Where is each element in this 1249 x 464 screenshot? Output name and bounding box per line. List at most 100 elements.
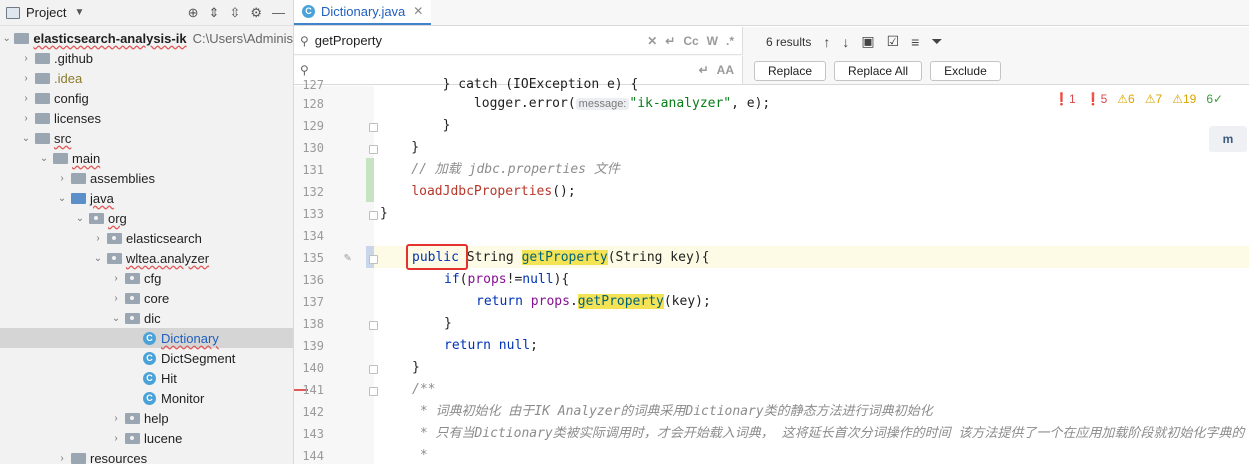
fold-icon[interactable] [369, 255, 378, 264]
package-icon [125, 432, 140, 444]
fold-icon[interactable] [369, 145, 378, 154]
regex-toggle[interactable]: .* [726, 34, 734, 48]
tree-item-label: resources [90, 450, 148, 464]
whole-word-toggle[interactable]: W [707, 34, 718, 48]
code-editor[interactable]: ❗1 ❗5 ⚠6 ⚠7 ⚠19 6✓ m 127 128 129 130 131… [294, 77, 1249, 464]
expand-all-icon[interactable]: ⇕ [209, 5, 220, 21]
tree-item-label: elasticsearch [126, 230, 202, 246]
fold-icon[interactable] [369, 211, 378, 220]
result-count: 6 results [766, 34, 812, 49]
collapsed-arrow-icon[interactable]: › [56, 173, 68, 184]
close-icon[interactable]: ✕ [413, 4, 423, 18]
expanded-arrow-icon[interactable]: ⌄ [20, 133, 32, 144]
project-panel-header[interactable]: Project ▼ ⊕ ⇕ ⇳ ⚙ — [0, 0, 293, 26]
tree-item-label: config [54, 90, 89, 106]
preserve-case-icon[interactable]: AA [717, 63, 734, 77]
tree-item-assemblies[interactable]: › assemblies [0, 168, 293, 188]
expanded-arrow-icon[interactable]: ⌄ [74, 213, 86, 224]
expanded-arrow-icon[interactable]: ⌄ [2, 33, 11, 44]
collapsed-arrow-icon[interactable]: › [110, 413, 122, 424]
tree-item-root[interactable]: ⌄ elasticsearch-analysis-ik C:\Users\Adm… [0, 28, 293, 48]
tree-item-resources[interactable]: › resources [0, 448, 293, 464]
gear-icon[interactable]: ⚙ [250, 5, 262, 21]
code-line-132: loadJdbcProperties(); [411, 184, 576, 199]
tree-item-label: .github [54, 50, 94, 66]
tree-item-elasticsearch[interactable]: › elasticsearch [0, 228, 293, 248]
tree-item-wltea-analyzer[interactable]: ⌄ wltea.analyzer [0, 248, 293, 268]
collapsed-arrow-icon[interactable]: › [110, 293, 122, 304]
fold-icon[interactable] [369, 321, 378, 330]
expanded-arrow-icon[interactable]: ⌄ [38, 153, 50, 164]
replace-all-button[interactable]: Replace All [834, 61, 923, 81]
collapsed-arrow-icon[interactable]: › [92, 233, 104, 244]
typo-count: ⚠19 [1172, 92, 1197, 106]
fold-icon[interactable] [369, 365, 378, 374]
tree-item-dic[interactable]: ⌄ dic [0, 308, 293, 328]
fold-icon[interactable] [369, 387, 378, 396]
expanded-arrow-icon[interactable]: ⌄ [92, 253, 104, 264]
tree-item-hit[interactable]: C Hit [0, 368, 293, 388]
code-line-136: if(props!=null){ [444, 272, 570, 287]
collapse-all-icon[interactable]: ⇳ [229, 5, 240, 21]
replace-button[interactable]: Replace [754, 61, 827, 81]
tree-item-main[interactable]: ⌄ main [0, 148, 293, 168]
tree-item-dictionary[interactable]: C Dictionary [0, 328, 293, 348]
folder-icon [35, 72, 50, 84]
collapsed-arrow-icon[interactable]: › [20, 113, 32, 124]
collapsed-arrow-icon[interactable]: › [20, 93, 32, 104]
tree-item-org[interactable]: ⌄ org [0, 208, 293, 228]
collapsed-arrow-icon[interactable]: › [56, 453, 68, 464]
code-line-129: } [380, 118, 451, 133]
tree-item-config[interactable]: › config [0, 88, 293, 108]
maven-reload-icon[interactable]: m [1209, 126, 1247, 152]
arrow-down-icon[interactable]: ↓ [842, 34, 849, 50]
editor-area: C Dictionary.java ✕ ⚲ getProperty ✕ ↵ Cc… [294, 0, 1249, 464]
search-field[interactable]: ⚲ getProperty ✕ ↵ Cc W .* [294, 27, 743, 55]
filter-options-icon[interactable]: ☑ [887, 33, 900, 50]
tree-item-label: lucene [144, 430, 183, 446]
search-icon[interactable]: ⚲ [300, 34, 309, 48]
tree-item-idea[interactable]: › .idea [0, 68, 293, 88]
locate-icon[interactable]: ⊕ [188, 5, 199, 21]
code-line-140: } [412, 360, 420, 375]
tree-item-cfg[interactable]: › cfg [0, 268, 293, 288]
match-case-toggle[interactable]: Cc [683, 34, 698, 48]
search-results-bar: 6 results ↑ ↓ ▣ ☑ ≡ ⏷ [766, 33, 943, 50]
replace-search-icon[interactable]: ⚲ [300, 63, 309, 77]
tree-item-help[interactable]: › help [0, 408, 293, 428]
tree-item-src[interactable]: ⌄ src [0, 128, 293, 148]
fold-icon[interactable] [369, 123, 378, 132]
chevron-down-icon[interactable]: ▼ [74, 7, 84, 18]
search-input[interactable]: getProperty [315, 33, 647, 48]
tree-item-label: .idea [54, 70, 83, 86]
tree-item-licenses[interactable]: › licenses [0, 108, 293, 128]
filter-icon[interactable]: ⏷ [931, 33, 942, 50]
collapsed-arrow-icon[interactable]: › [20, 73, 32, 84]
folder-icon [35, 132, 50, 144]
tab-dictionary-java[interactable]: C Dictionary.java ✕ [294, 0, 432, 25]
tree-item-label: org [108, 210, 127, 226]
tree-item-lucene[interactable]: › lucene [0, 428, 293, 448]
minimize-icon[interactable]: — [272, 5, 285, 21]
exclude-button[interactable]: Exclude [930, 61, 1001, 81]
inspection-widget[interactable]: ❗1 ❗5 ⚠6 ⚠7 ⚠19 6✓ [1054, 92, 1223, 106]
tree-item-core[interactable]: › core [0, 288, 293, 308]
expanded-arrow-icon[interactable]: ⌄ [56, 193, 68, 204]
tree-item-java[interactable]: ⌄ java [0, 188, 293, 208]
expanded-arrow-icon[interactable]: ⌄ [110, 313, 122, 324]
collapsed-arrow-icon[interactable]: › [110, 433, 122, 444]
arrow-up-icon[interactable]: ↑ [823, 34, 830, 50]
ide-window: Project ▼ ⊕ ⇕ ⇳ ⚙ — ⌄ elasticsearch-anal… [0, 0, 1249, 464]
collapsed-arrow-icon[interactable]: › [20, 53, 32, 64]
tree-item-dictsegment[interactable]: C DictSegment [0, 348, 293, 368]
edit-marker-icon[interactable]: ✎ [344, 250, 351, 264]
tree-item-github[interactable]: › .github [0, 48, 293, 68]
select-all-occurrences-icon[interactable]: ▣ [861, 33, 874, 50]
clear-icon[interactable]: ✕ [647, 34, 657, 48]
newline-icon[interactable]: ↵ [665, 34, 675, 48]
newline-icon[interactable]: ↵ [699, 63, 709, 77]
source-folder-icon [71, 192, 86, 204]
tree-item-monitor[interactable]: C Monitor [0, 388, 293, 408]
multiline-icon[interactable]: ≡ [911, 34, 919, 50]
collapsed-arrow-icon[interactable]: › [110, 273, 122, 284]
